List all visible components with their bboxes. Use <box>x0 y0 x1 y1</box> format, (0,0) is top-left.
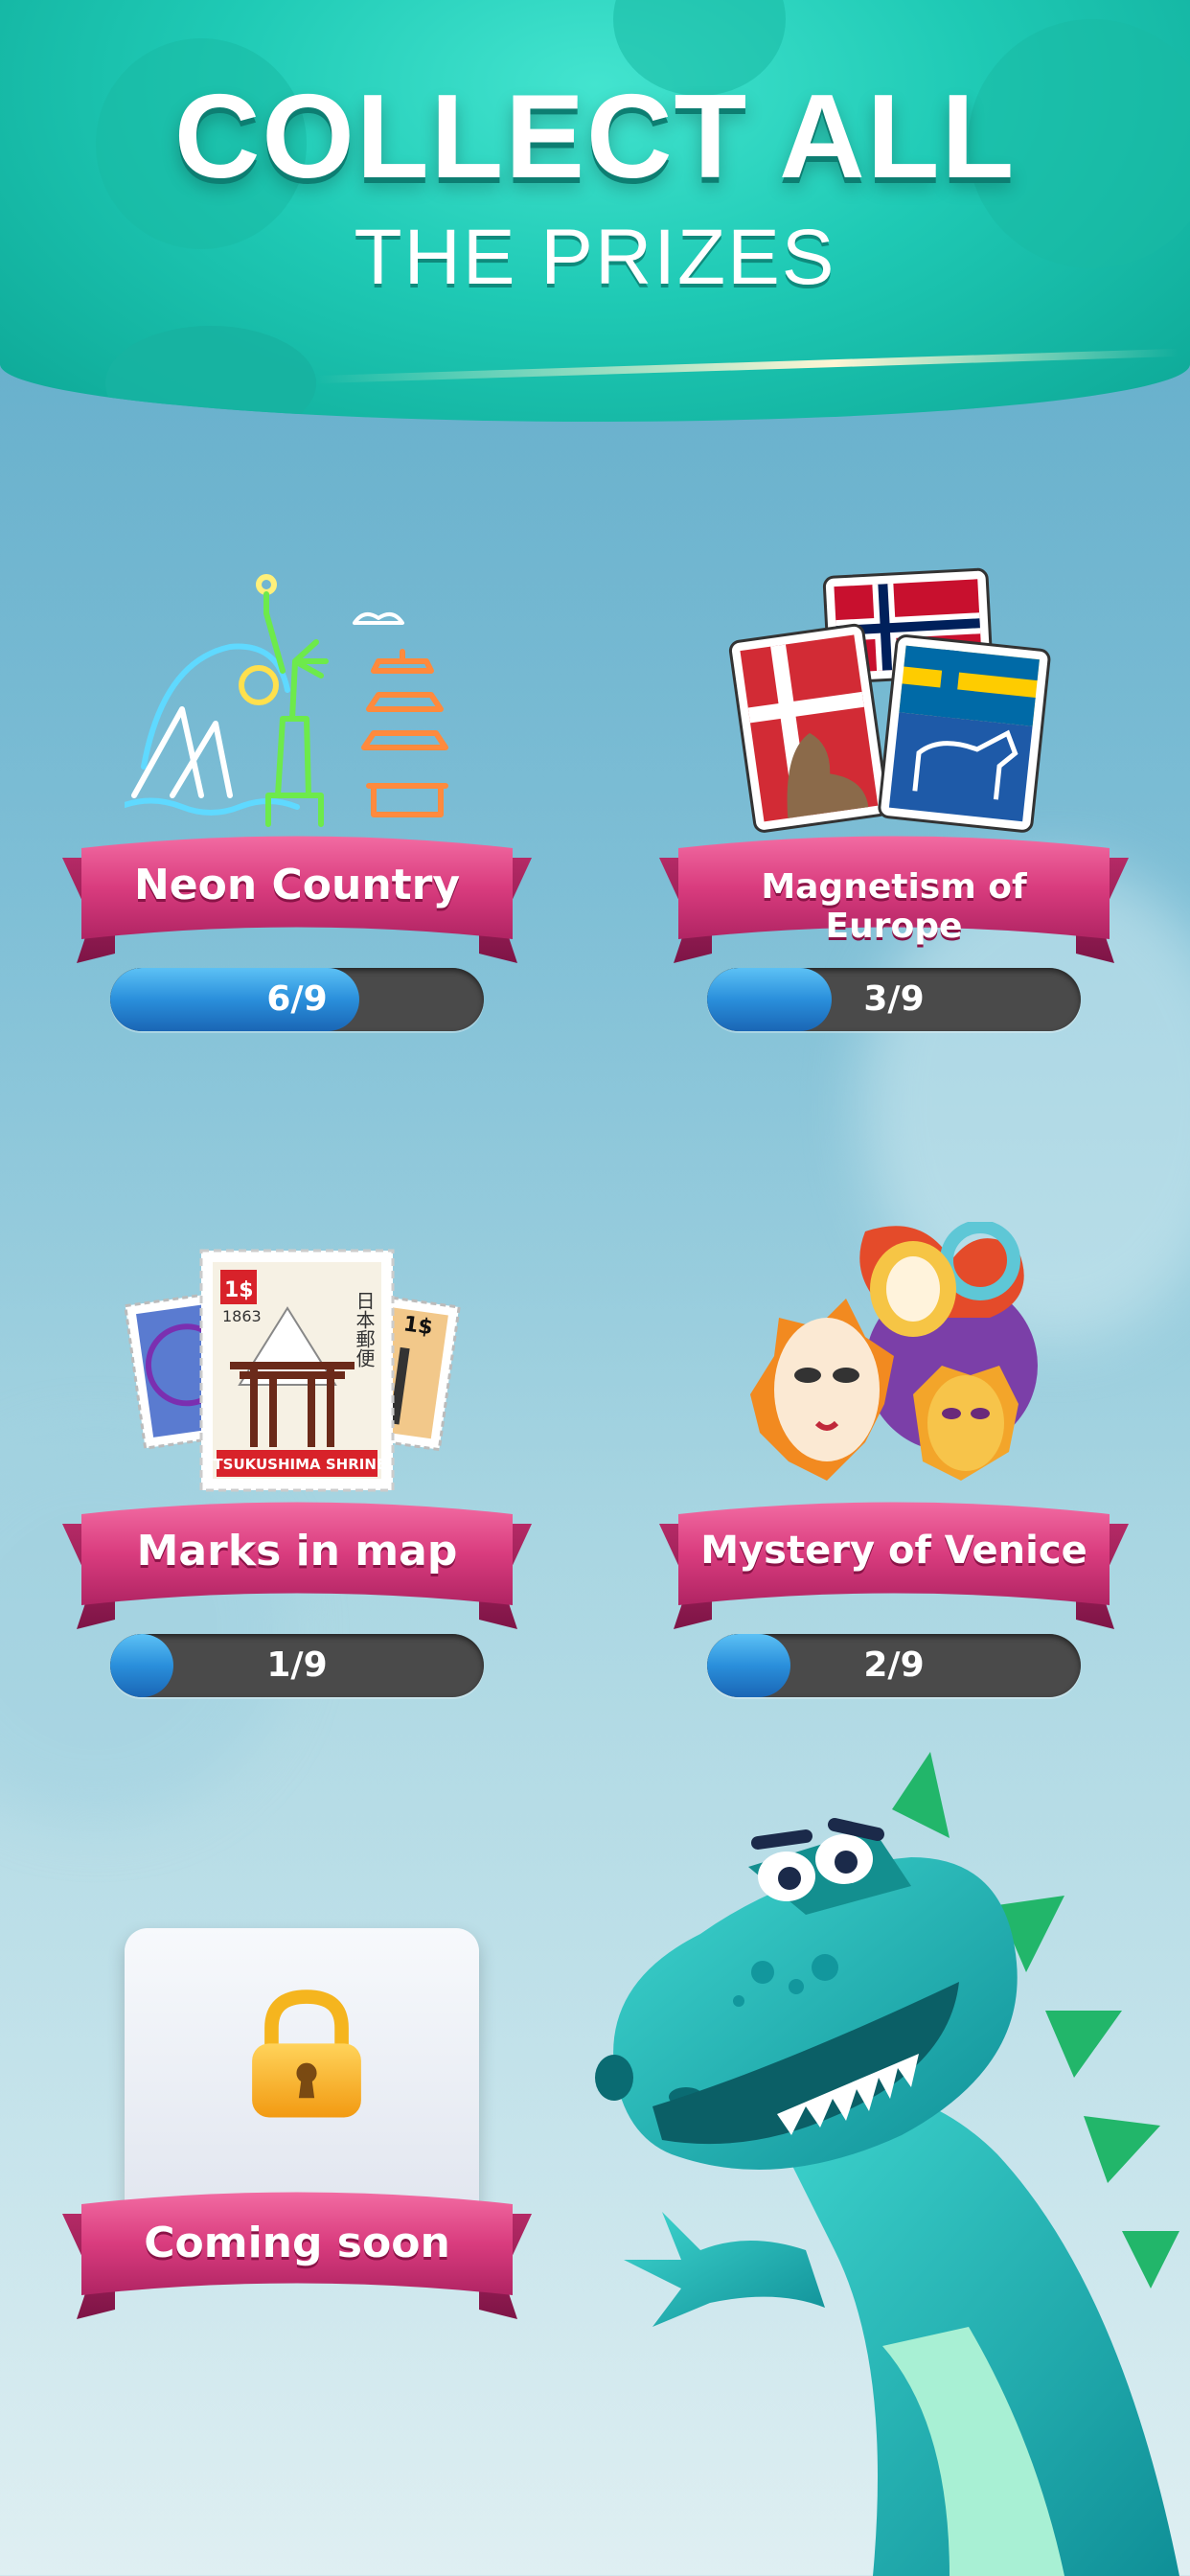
progress-text: 1/9 <box>266 1645 328 1685</box>
prize-card-magnetism-of-europe[interactable]: Magnetism of Europe 3/9 <box>654 556 1133 1054</box>
locked-title: Coming soon <box>144 2219 450 2267</box>
dragon-mascot <box>595 1752 1179 2576</box>
progress-bar: 3/9 <box>707 968 1081 1031</box>
page-title: COLLECT ALL <box>173 71 1017 203</box>
neon-city-icon <box>125 574 448 827</box>
header-banner: COLLECT ALL THE PRIZES <box>0 0 1190 422</box>
stamp-year: 1863 <box>222 1307 262 1325</box>
stamp-price: 1$ <box>224 1278 254 1302</box>
progress-text: 3/9 <box>863 979 925 1019</box>
progress-text: 6/9 <box>266 979 328 1019</box>
prize-card-mystery-of-venice[interactable]: Mystery of Venice 2/9 <box>654 1222 1133 1720</box>
venice-masks-icon <box>750 1222 1038 1481</box>
locked-prize-card: Coming soon <box>57 1928 537 2426</box>
prize-title: Marks in map <box>136 1527 458 1576</box>
europe-magnets-icon <box>728 567 1051 833</box>
progress-text: 2/9 <box>863 1645 925 1685</box>
prize-title: Mystery of Venice <box>700 1529 1087 1573</box>
progress-bar: 6/9 <box>110 968 484 1031</box>
prize-card-marks-in-map[interactable]: 1$ 1$ 1863 日本郵便 ITSUKUSHIMA SHRINE Marks… <box>57 1222 537 1720</box>
page-subtitle: THE PRIZES <box>354 214 836 301</box>
stamp-kanji: 日本郵便 <box>353 1291 376 1368</box>
progress-bar: 2/9 <box>707 1634 1081 1697</box>
stamp-caption: ITSUKUSHIMA SHRINE <box>208 1456 386 1473</box>
progress-bar: 1/9 <box>110 1634 484 1697</box>
postage-stamps-icon: 1$ 1$ 1863 日本郵便 ITSUKUSHIMA SHRINE <box>125 1249 461 1492</box>
prize-card-neon-country[interactable]: Neon Country 6/9 <box>57 556 537 1054</box>
prize-title: Magnetism of Europe <box>761 867 1027 946</box>
prize-title: Neon Country <box>133 861 461 909</box>
stamp-price-small: 1$ <box>401 1312 434 1340</box>
padlock-icon <box>252 1990 361 2118</box>
